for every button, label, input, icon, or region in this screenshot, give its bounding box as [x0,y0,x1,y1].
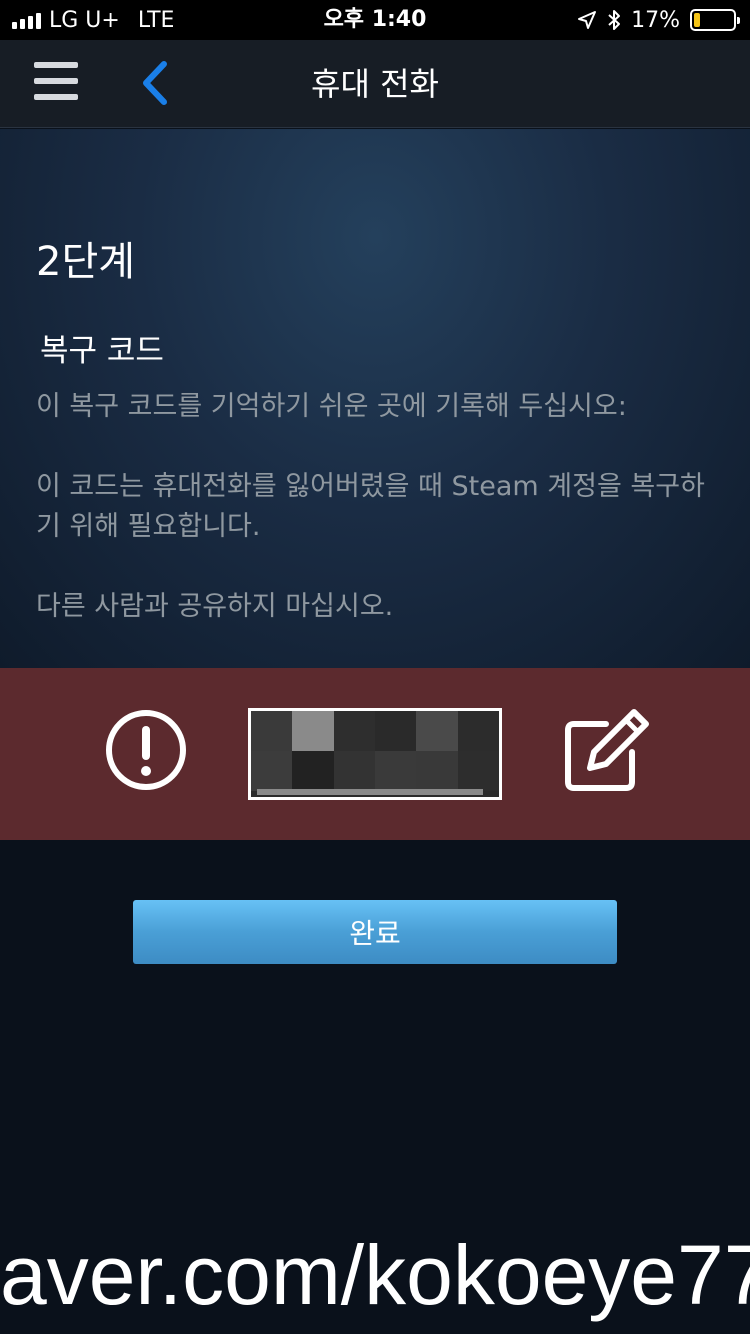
battery-fill [694,13,701,27]
page-title: 휴대 전화 [311,65,439,103]
edit-pencil-icon[interactable] [562,706,652,794]
done-button[interactable]: 완료 [133,900,617,964]
pixelated-code [251,711,499,791]
status-bar: LG U+ LTE 오후 1:40 17% [0,0,750,40]
section-title: 복구 코드 [40,333,164,369]
exclamation-circle-icon [106,710,186,790]
recovery-code-obscured [248,708,502,800]
step-title: 2단계 [36,239,136,285]
chevron-left-icon[interactable] [136,58,176,108]
battery-percent: 17% [631,7,680,33]
instruction-text-2: 이 코드는 휴대전화를 잃어버렸을 때 Steam 계정을 복구하기 위해 필요… [36,471,705,542]
recovery-code-band [0,668,750,840]
location-arrow-icon [578,11,597,29]
battery-icon [690,9,740,31]
status-right: 17% [577,0,740,40]
hamburger-menu-icon[interactable] [34,62,78,100]
nav-bar: 휴대 전화 [0,40,750,128]
instruction-text-3: 다른 사람과 공유하지 마십시오. [36,591,394,622]
watermark-text: aver.com/kokoeye77 [0,1228,750,1322]
status-left: LG U+ LTE [12,0,174,40]
instruction-text-1: 이 복구 코드를 기억하기 쉬운 곳에 기록해 두십시오: [36,391,627,422]
instructions-panel: 2단계 복구 코드 이 복구 코드를 기억하기 쉬운 곳에 기록해 두십시오: … [0,129,750,668]
bluetooth-icon [608,10,621,30]
code-underline [257,789,483,795]
carrier-label: LG U+ [49,7,120,33]
network-label: LTE [137,7,175,33]
signal-icon [12,11,41,29]
